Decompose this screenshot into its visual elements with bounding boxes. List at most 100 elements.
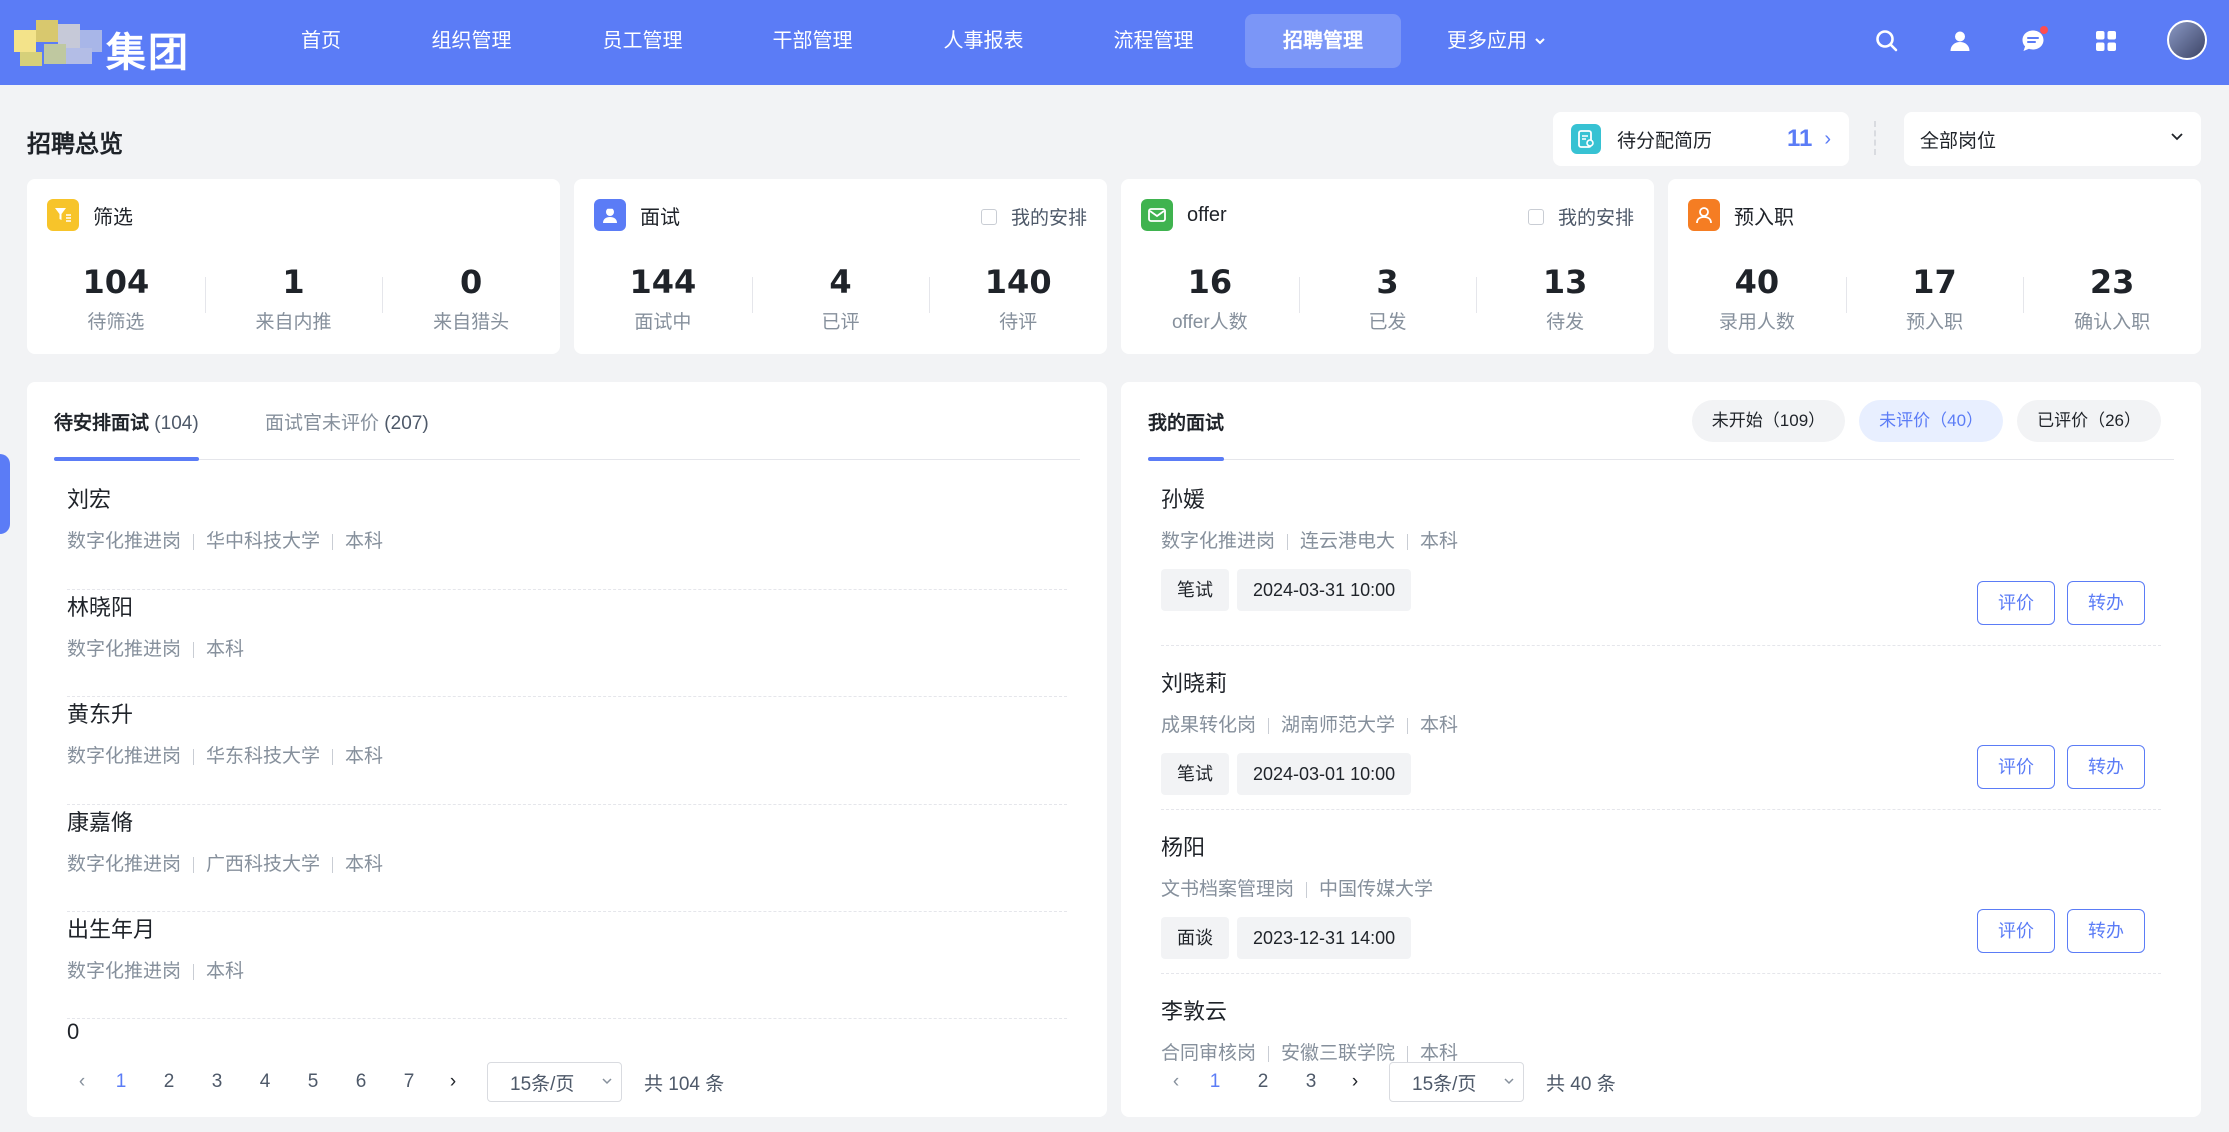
mail-icon — [1141, 199, 1173, 231]
nav-cadre[interactable]: 干部管理 — [755, 14, 870, 68]
candidate-degree: 本科 — [181, 634, 244, 661]
candidate-name: 林晓阳 — [67, 595, 134, 620]
pending-resume-count: 11 — [1786, 125, 1813, 152]
page-size-select[interactable]: 15条/页 — [487, 1062, 622, 1102]
filter-icon — [47, 199, 79, 231]
stat-item[interactable]: 140 待评 — [929, 263, 1107, 333]
stat-item[interactable]: 16 offer人数 — [1121, 263, 1299, 333]
pending-resume-label: 待分配简历 — [1617, 130, 1713, 152]
chevron-down-icon — [601, 1071, 613, 1093]
search-icon[interactable] — [1868, 22, 1906, 60]
next-page-button[interactable]: › — [1335, 1071, 1375, 1093]
page-4[interactable]: 4 — [241, 1071, 289, 1093]
list-item[interactable]: 黄东升 数字化推进岗 华东科技大学 本科 — [67, 697, 1067, 805]
pagination-total: 共 104 条 — [644, 1073, 725, 1095]
evaluate-button[interactable]: 评价 — [1977, 581, 2055, 625]
stat-item[interactable]: 13 待发 — [1476, 263, 1654, 333]
next-page-button[interactable]: › — [433, 1071, 473, 1093]
page-1[interactable]: 1 — [1191, 1071, 1239, 1093]
pending-resume-card[interactable]: 待分配简历 11 › — [1553, 112, 1849, 166]
list-item[interactable]: 刘宏 数字化推进岗 华中科技大学 本科 — [67, 482, 1067, 590]
transfer-button[interactable]: 转办 — [2067, 581, 2145, 625]
list-item[interactable]: 0 — [67, 1019, 1067, 1059]
nav-recruitment[interactable]: 招聘管理 — [1245, 14, 1401, 68]
interview-item[interactable]: 李敦云 合同审核岗 安徽三联学院 本科 — [1161, 974, 2161, 1064]
tab-unevaluated[interactable]: 面试官未评价 (207) — [265, 408, 429, 460]
candidate-meta: 成果转化岗 湖南师范大学 本科 — [1161, 710, 2161, 737]
stat-item[interactable]: 0 来自猎头 — [382, 263, 560, 333]
message-icon[interactable] — [2014, 22, 2052, 60]
tab-my-interviews[interactable]: 我的面试 — [1148, 408, 1225, 461]
page-5[interactable]: 5 — [289, 1071, 337, 1093]
page-size-value: 15条/页 — [510, 1073, 575, 1095]
prev-page-button[interactable]: ‹ — [67, 1071, 97, 1093]
page-7[interactable]: 7 — [385, 1071, 433, 1093]
stat-item[interactable]: 104 待筛选 — [27, 263, 205, 333]
candidate-degree: 本科 — [320, 741, 383, 768]
list-item[interactable]: 康嘉脩 数字化推进岗 广西科技大学 本科 — [67, 805, 1067, 912]
user-icon[interactable] — [1941, 22, 1979, 60]
page-6[interactable]: 6 — [337, 1071, 385, 1093]
stat-item[interactable]: 144 面试中 — [574, 263, 752, 333]
list-item[interactable]: 出生年月 数字化推进岗 本科 — [67, 912, 1067, 1019]
stat-value: 4 — [829, 263, 852, 301]
filter-evaluated[interactable]: 已评价（26） — [2017, 400, 2161, 442]
transfer-button[interactable]: 转办 — [2067, 745, 2145, 789]
candidate-meta: 文书档案管理岗 中国传媒大学 — [1161, 874, 2161, 901]
page-1[interactable]: 1 — [97, 1071, 145, 1093]
position-select[interactable]: 全部岗位 — [1904, 112, 2201, 166]
stat-item[interactable]: 40 录用人数 — [1668, 263, 1846, 333]
nav-staff[interactable]: 员工管理 — [585, 14, 700, 68]
page-size-select[interactable]: 15条/页 — [1389, 1062, 1524, 1102]
evaluate-button[interactable]: 评价 — [1977, 745, 2055, 789]
nav-more[interactable]: 更多应用 — [1432, 14, 1562, 68]
side-drawer-handle[interactable] — [0, 454, 10, 534]
page-2[interactable]: 2 — [145, 1071, 193, 1093]
person-icon — [1688, 199, 1720, 231]
stat-card-title: 预入职 — [1734, 206, 1794, 229]
candidate-meta: 数字化推进岗 广西科技大学 本科 — [67, 849, 1067, 876]
stat-card-screening: 筛选 104 待筛选 1 来自内推 0 来自猎头 — [27, 179, 560, 354]
stat-card-title: 筛选 — [93, 206, 133, 229]
nav-home[interactable]: 首页 — [266, 14, 376, 68]
stat-value: 23 — [2089, 263, 2135, 301]
my-arrangement-checkbox[interactable]: 我的安排 — [1527, 203, 1634, 230]
chevron-down-icon — [1533, 34, 1547, 48]
tab-pending-arrangement[interactable]: 待安排面试 (104) — [54, 408, 199, 461]
stat-value: 1 — [282, 263, 305, 301]
stat-item[interactable]: 3 已发 — [1298, 263, 1477, 333]
nav-org[interactable]: 组织管理 — [414, 14, 529, 68]
stat-item[interactable]: 1 来自内推 — [204, 263, 383, 333]
candidate-name: 黄东升 — [67, 702, 134, 727]
interview-item[interactable]: 刘晓莉 成果转化岗 湖南师范大学 本科 笔试 2024-03-01 10:00 评价… — [1161, 646, 2161, 810]
stat-value: 140 — [984, 263, 1052, 301]
stat-item[interactable]: 4 已评 — [751, 263, 930, 333]
filter-not-started[interactable]: 未开始（109） — [1691, 400, 1846, 442]
stat-value: 104 — [82, 263, 150, 301]
candidate-name: 刘晓莉 — [1161, 671, 1228, 696]
page-3[interactable]: 3 — [193, 1071, 241, 1093]
stat-item[interactable]: 23 确认入职 — [2023, 263, 2201, 333]
checkbox[interactable] — [980, 208, 997, 225]
interview-item[interactable]: 孙媛 数字化推进岗 连云港电大 本科 笔试 2024-03-31 10:00 评价 … — [1161, 482, 2161, 646]
logo-mark — [14, 20, 104, 70]
evaluate-button[interactable]: 评价 — [1977, 909, 2055, 953]
checkbox[interactable] — [1527, 208, 1544, 225]
nav-reports[interactable]: 人事报表 — [926, 14, 1041, 68]
nav-workflow[interactable]: 流程管理 — [1096, 14, 1211, 68]
interview-item[interactable]: 杨阳 文书档案管理岗 中国传媒大学 面谈 2023-12-31 14:00 评价 … — [1161, 810, 2161, 974]
apps-icon[interactable] — [2087, 22, 2125, 60]
interview-time-tag: 2024-03-01 10:00 — [1237, 753, 1412, 795]
page-3[interactable]: 3 — [1287, 1071, 1335, 1093]
logo[interactable]: 集团 — [14, 14, 194, 76]
filter-unevaluated[interactable]: 未评价（40） — [1859, 400, 2004, 442]
stat-item[interactable]: 17 预入职 — [1845, 263, 2024, 333]
list-item[interactable]: 林晓阳 数字化推进岗 本科 — [67, 590, 1067, 697]
stat-value: 17 — [1912, 263, 1957, 301]
prev-page-button[interactable]: ‹ — [1161, 1071, 1191, 1093]
stat-value: 3 — [1376, 263, 1399, 301]
page-2[interactable]: 2 — [1239, 1071, 1287, 1093]
avatar[interactable] — [2167, 20, 2207, 60]
my-arrangement-checkbox[interactable]: 我的安排 — [980, 203, 1087, 230]
transfer-button[interactable]: 转办 — [2067, 909, 2145, 953]
